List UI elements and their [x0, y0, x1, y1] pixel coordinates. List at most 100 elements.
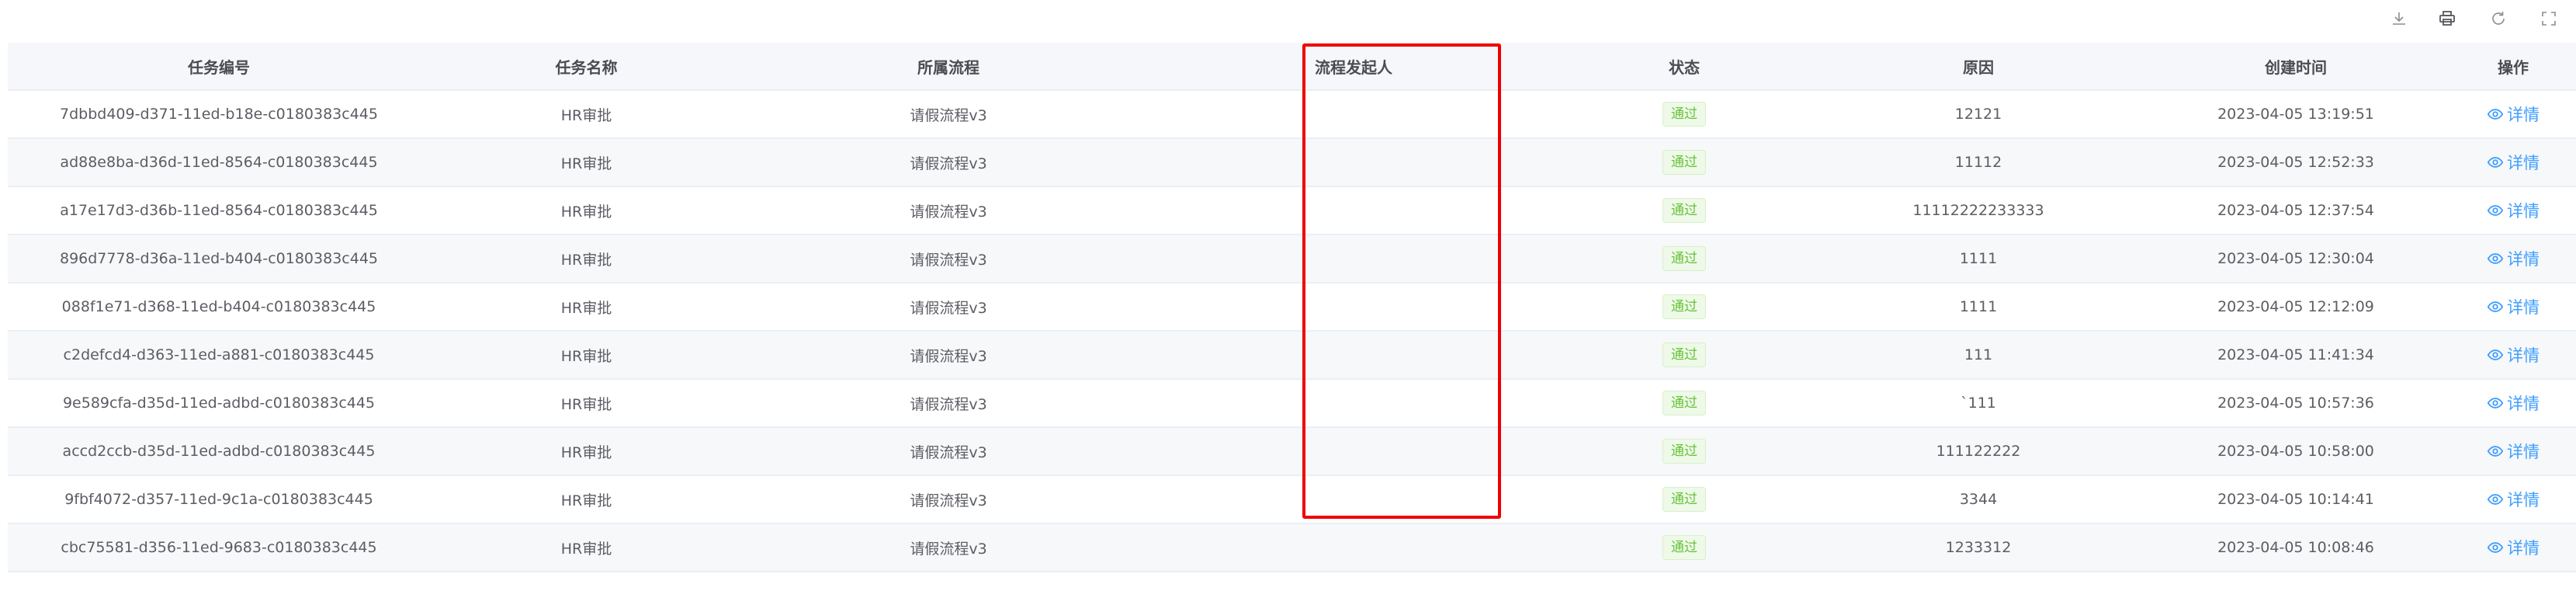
table-body: 7dbbd409-d371-11ed-b18e-c0180383c445 HR审批…: [8, 90, 2576, 572]
print-icon: [2439, 11, 2455, 26]
task-name-cell: HR审批: [430, 523, 743, 572]
table-row[interactable]: accd2ccb-d35d-11ed-adbd-c0180383c445 HR审批…: [8, 427, 2576, 476]
created-time-cell: 2023-04-05 13:19:51: [2141, 90, 2450, 139]
detail-link[interactable]: 详情: [2487, 391, 2540, 415]
initiator-cell: [1154, 523, 1553, 572]
initiator-cell: [1154, 90, 1553, 139]
status-cell: 通过: [1553, 90, 1815, 139]
fullscreen-icon: [2542, 12, 2556, 26]
table-row[interactable]: ad88e8ba-d36d-11ed-8564-c0180383c445 HR审批…: [8, 138, 2576, 187]
detail-label: 详情: [2507, 201, 2540, 221]
reason-cell: 11112222233333: [1815, 186, 2141, 235]
process-cell: 请假流程v3: [743, 283, 1154, 332]
column-header-status[interactable]: 状态: [1553, 43, 1815, 91]
task-name-cell: HR审批: [430, 90, 743, 139]
table-row[interactable]: 088f1e71-d368-11ed-b404-c0180383c445 HR审批…: [8, 283, 2576, 332]
process-cell: 请假流程v3: [743, 475, 1154, 524]
actions-cell: 详情: [2450, 427, 2576, 476]
detail-link[interactable]: 详情: [2487, 199, 2540, 222]
refresh-button[interactable]: [2484, 5, 2512, 33]
created-time-cell: 2023-04-05 10:08:46: [2141, 523, 2450, 572]
table-toolbar: [2343, 0, 2576, 36]
actions-cell: 详情: [2450, 331, 2576, 380]
actions-cell: 详情: [2450, 523, 2576, 572]
reason-cell: 111: [1815, 331, 2141, 380]
column-header-created-time[interactable]: 创建时间: [2141, 43, 2450, 91]
detail-label: 详情: [2507, 153, 2540, 172]
detail-label: 详情: [2507, 394, 2540, 413]
column-header-actions[interactable]: 操作: [2450, 43, 2576, 91]
table-row[interactable]: a17e17d3-d36b-11ed-8564-c0180383c445 HR审批…: [8, 186, 2576, 235]
initiator-cell: [1154, 427, 1553, 476]
detail-link[interactable]: 详情: [2487, 151, 2540, 174]
actions-cell: 详情: [2450, 283, 2576, 332]
eye-icon: [2487, 108, 2504, 120]
process-cell: 请假流程v3: [743, 331, 1154, 380]
table-row[interactable]: cbc75581-d356-11ed-9683-c0180383c445 HR审批…: [8, 523, 2576, 572]
task-id-cell: 896d7778-d36a-11ed-b404-c0180383c445: [8, 235, 430, 283]
table-row[interactable]: 896d7778-d36a-11ed-b404-c0180383c445 HR审批…: [8, 235, 2576, 283]
download-button[interactable]: [2385, 5, 2413, 33]
eye-icon: [2487, 252, 2504, 264]
status-badge: 通过: [1662, 150, 1706, 175]
created-time-cell: 2023-04-05 10:14:41: [2141, 475, 2450, 524]
fullscreen-button[interactable]: [2535, 5, 2563, 33]
actions-cell: 详情: [2450, 235, 2576, 283]
print-button[interactable]: [2433, 5, 2461, 33]
detail-label: 详情: [2507, 490, 2540, 509]
created-time-cell: 2023-04-05 10:57:36: [2141, 379, 2450, 428]
table-row[interactable]: 7dbbd409-d371-11ed-b18e-c0180383c445 HR审批…: [8, 90, 2576, 139]
status-badge: 通过: [1662, 294, 1706, 319]
status-cell: 通过: [1553, 379, 1815, 428]
actions-cell: 详情: [2450, 186, 2576, 235]
detail-link[interactable]: 详情: [2487, 440, 2540, 463]
status-cell: 通过: [1553, 331, 1815, 380]
actions-cell: 详情: [2450, 138, 2576, 187]
detail-link[interactable]: 详情: [2487, 295, 2540, 318]
status-badge: 通过: [1662, 535, 1706, 560]
reason-cell: `111: [1815, 379, 2141, 428]
column-header-process[interactable]: 所属流程: [743, 43, 1154, 91]
process-cell: 请假流程v3: [743, 186, 1154, 235]
created-time-cell: 2023-04-05 12:12:09: [2141, 283, 2450, 332]
task-name-cell: HR审批: [430, 186, 743, 235]
detail-link[interactable]: 详情: [2487, 247, 2540, 270]
status-badge: 通过: [1662, 342, 1706, 367]
eye-icon: [2487, 204, 2504, 216]
table-row[interactable]: 9fbf4072-d357-11ed-9c1a-c0180383c445 HR审批…: [8, 475, 2576, 524]
status-badge: 通过: [1662, 198, 1706, 223]
task-name-cell: HR审批: [430, 283, 743, 332]
eye-icon: [2487, 301, 2504, 312]
status-cell: 通过: [1553, 186, 1815, 235]
download-icon: [2393, 12, 2405, 25]
column-header-task-id[interactable]: 任务编号: [8, 43, 430, 91]
column-header-task-name[interactable]: 任务名称: [430, 43, 743, 91]
detail-label: 详情: [2507, 538, 2540, 558]
detail-link[interactable]: 详情: [2487, 343, 2540, 367]
reason-cell: 1233312: [1815, 523, 2141, 572]
initiator-cell: [1154, 475, 1553, 524]
column-header-reason[interactable]: 原因: [1815, 43, 2141, 91]
status-badge: 通过: [1662, 487, 1706, 512]
detail-label: 详情: [2507, 105, 2540, 124]
process-cell: 请假流程v3: [743, 379, 1154, 428]
table-row[interactable]: 9e589cfa-d35d-11ed-adbd-c0180383c445 HR审批…: [8, 379, 2576, 428]
detail-link[interactable]: 详情: [2487, 536, 2540, 559]
column-header-initiator[interactable]: 流程发起人: [1154, 43, 1553, 91]
initiator-cell: [1154, 283, 1553, 332]
initiator-cell: [1154, 331, 1553, 380]
task-name-cell: HR审批: [430, 475, 743, 524]
status-badge: 通过: [1662, 439, 1706, 464]
task-id-cell: 9e589cfa-d35d-11ed-adbd-c0180383c445: [8, 379, 430, 428]
actions-cell: 详情: [2450, 379, 2576, 428]
process-cell: 请假流程v3: [743, 138, 1154, 187]
created-time-cell: 2023-04-05 12:52:33: [2141, 138, 2450, 187]
detail-link[interactable]: 详情: [2487, 103, 2540, 126]
initiator-cell: [1154, 235, 1553, 283]
status-cell: 通过: [1553, 427, 1815, 476]
table-row[interactable]: c2defcd4-d363-11ed-a881-c0180383c445 HR审批…: [8, 331, 2576, 380]
task-name-cell: HR审批: [430, 138, 743, 187]
process-cell: 请假流程v3: [743, 90, 1154, 139]
initiator-cell: [1154, 138, 1553, 187]
detail-link[interactable]: 详情: [2487, 488, 2540, 511]
